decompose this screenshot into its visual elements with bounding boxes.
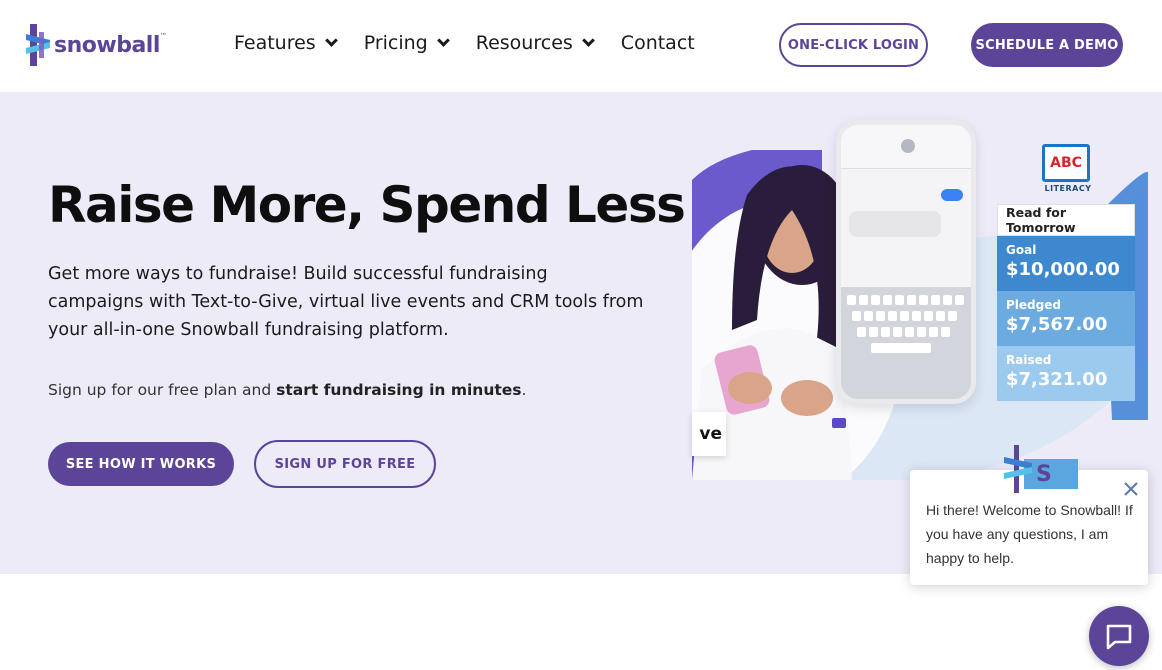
phone-header: [841, 125, 971, 169]
nav-item-contact[interactable]: Contact: [621, 32, 695, 54]
nav-item-label: Resources: [475, 32, 573, 54]
keyboard-row: [857, 327, 950, 337]
raised-row: Raised $7,321.00: [997, 346, 1135, 401]
chevron-down-icon: [324, 33, 338, 47]
chevron-down-icon: [581, 33, 595, 47]
keyboard-row: [852, 311, 957, 321]
schedule-demo-button[interactable]: SCHEDULE A DEMO: [971, 23, 1123, 67]
phone-mockup: [836, 120, 976, 404]
book-icon: ABC: [1042, 144, 1090, 182]
pledged-value: $7,567.00: [1006, 314, 1108, 335]
hero-illustration: ABC LITERACY Read for Tomorrow Goal $10,…: [692, 120, 1148, 480]
goal-label: Goal: [1006, 243, 1037, 257]
chat-launcher-button[interactable]: [1089, 606, 1149, 666]
one-click-login-button[interactable]: ONE-CLICK LOGIN: [779, 23, 928, 67]
main-nav: Features Pricing Resources Contact: [234, 32, 723, 54]
raised-label: Raised: [1006, 353, 1052, 367]
pledged-row: Pledged $7,567.00: [997, 291, 1135, 346]
goal-value: $10,000.00: [1006, 259, 1120, 280]
hero-title: Raise More, Spend Less: [48, 176, 686, 234]
chat-agent-avatar-icon: S: [1004, 445, 1078, 493]
hero-description: Get more ways to fundraise! Build succes…: [48, 264, 644, 340]
site-header: snowball ™ Features Pricing Resources Co…: [0, 0, 1162, 92]
abc-logo-text: ABC: [1050, 155, 1082, 171]
nav-item-label: Pricing: [363, 32, 428, 54]
chat-bubble-icon: [1106, 624, 1132, 650]
pledged-label: Pledged: [1006, 298, 1061, 312]
snowball-logo-icon: [26, 24, 50, 66]
chevron-down-icon: [436, 33, 450, 47]
logo-wordmark: snowball: [54, 32, 160, 58]
nav-item-label: Features: [234, 32, 316, 54]
keyboard-row: [847, 295, 964, 305]
sent-message-bubble: [941, 189, 963, 201]
snowball-logo[interactable]: snowball ™: [26, 24, 167, 66]
raised-value: $7,321.00: [1006, 369, 1108, 390]
campaign-title: Read for Tomorrow: [997, 204, 1135, 236]
received-message-bubble: [849, 211, 941, 237]
sign-up-free-button[interactable]: SIGN UP FOR FREE: [254, 440, 436, 488]
hero-subtext-bold: start fundraising in minutes: [276, 381, 522, 399]
hero-subtext-prefix: Sign up for our free plan and: [48, 381, 277, 399]
goal-row: Goal $10,000.00: [997, 236, 1135, 291]
hero-subtext-suffix: .: [521, 381, 527, 399]
contact-avatar: [901, 139, 915, 153]
live-tag: ve: [692, 412, 726, 456]
chat-avatar-letter: S: [1036, 462, 1052, 487]
nav-item-pricing[interactable]: Pricing: [363, 32, 450, 54]
campaign-progress-card: Read for Tomorrow Goal $10,000.00 Pledge…: [997, 204, 1135, 401]
nav-item-resources[interactable]: Resources: [475, 32, 595, 54]
keyboard-row: [871, 343, 931, 353]
hero-subtext: Sign up for our free plan and start fund…: [48, 381, 526, 399]
phone-keyboard: [841, 287, 971, 399]
chat-welcome-message: Hi there! Welcome to Snowball! If you ha…: [926, 502, 1133, 566]
nav-item-features[interactable]: Features: [234, 32, 338, 54]
abc-logo-subtitle: LITERACY: [1044, 184, 1092, 193]
abc-literacy-logo: ABC LITERACY: [1042, 144, 1094, 194]
logo-trademark: ™: [159, 32, 167, 40]
nav-item-label: Contact: [620, 32, 695, 54]
see-how-it-works-button[interactable]: SEE HOW IT WORKS: [48, 442, 234, 486]
close-icon[interactable]: [1122, 480, 1140, 498]
